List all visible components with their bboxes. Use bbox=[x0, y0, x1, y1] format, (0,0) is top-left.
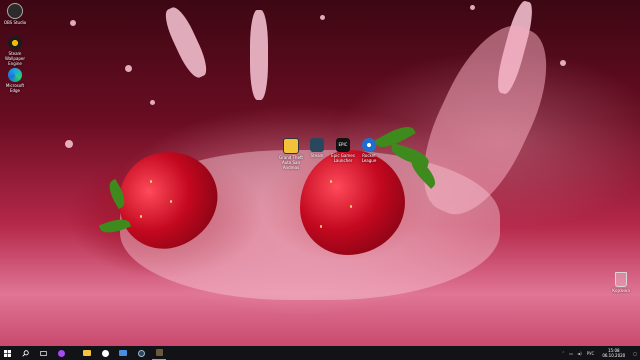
milk-drop bbox=[65, 140, 73, 148]
desktop-icon-recycle-bin[interactable]: Корзина bbox=[608, 272, 634, 293]
volume-icon[interactable]: ◄) bbox=[575, 351, 584, 356]
task-view-icon bbox=[39, 350, 47, 356]
desktop-icon-label: Microsoft Edge bbox=[5, 83, 25, 93]
milk-drop bbox=[560, 60, 566, 66]
search-icon bbox=[21, 349, 29, 357]
clock-date: 06.10.2020 bbox=[602, 353, 626, 358]
cortana-icon bbox=[57, 349, 65, 357]
desktop-icon-label: Rocket League bbox=[361, 153, 377, 163]
desktop-icon-label: Steam Wallpaper Engine bbox=[4, 51, 25, 66]
network-icon[interactable]: ▭ bbox=[567, 351, 575, 356]
cortana-button[interactable] bbox=[54, 346, 68, 360]
milk-splash bbox=[250, 10, 268, 100]
desktop-wallpaper: OBS Studio Steam Wallpaper Engine Micros… bbox=[0, 0, 640, 346]
desktop-icon-label: OBS Studio bbox=[3, 20, 27, 25]
language-indicator[interactable]: РУС bbox=[584, 351, 598, 356]
strawberry-seed bbox=[140, 215, 142, 218]
chevron-up-icon[interactable]: ˄ bbox=[559, 351, 567, 356]
strawberry-seed bbox=[320, 225, 322, 228]
milk-drop bbox=[125, 65, 132, 72]
search-button[interactable] bbox=[18, 346, 32, 360]
desktop-icon-rocket-league[interactable]: Rocket League bbox=[356, 138, 382, 163]
folder-icon bbox=[83, 350, 91, 356]
notifications-icon[interactable]: ▢ bbox=[630, 351, 640, 356]
task-view-button[interactable] bbox=[36, 346, 50, 360]
file-explorer-button[interactable] bbox=[80, 346, 94, 360]
desktop-icon-obs[interactable]: OBS Studio bbox=[2, 3, 28, 25]
recycle-bin-icon bbox=[615, 272, 627, 287]
desktop-icon-label: Grand Theft Auto San Andreas bbox=[279, 155, 303, 170]
game-controller-icon bbox=[155, 349, 163, 356]
strawberry-seed bbox=[330, 180, 332, 183]
desktop-icon-epic-games[interactable]: EPIC Epic Games Launcher bbox=[330, 138, 356, 163]
mail-button[interactable] bbox=[116, 346, 130, 360]
epic-games-icon: EPIC bbox=[336, 138, 350, 152]
desktop-icon-label: Корзина bbox=[612, 288, 630, 293]
desktop-icon-label: Epic Games Launcher bbox=[331, 153, 355, 163]
wallpaper-engine-icon bbox=[8, 36, 22, 50]
edge-icon bbox=[8, 68, 22, 82]
yandex-browser-button[interactable] bbox=[98, 346, 112, 360]
steam-taskbar-button[interactable] bbox=[134, 346, 148, 360]
system-tray: ˄ ▭ ◄) РУС 15:08 06.10.2020 ▢ bbox=[559, 346, 640, 360]
steam-icon bbox=[310, 138, 324, 152]
desktop-icon-gta-sa[interactable]: Grand Theft Auto San Andreas bbox=[278, 138, 304, 170]
desktop-icon-wallpaper-engine[interactable]: Steam Wallpaper Engine bbox=[2, 36, 28, 66]
gta-sa-icon bbox=[283, 138, 299, 154]
taskbar: ˄ ▭ ◄) РУС 15:08 06.10.2020 ▢ bbox=[0, 346, 640, 360]
strawberry-seed bbox=[350, 205, 352, 208]
desktop-icon-edge[interactable]: Microsoft Edge bbox=[2, 68, 28, 93]
strawberry-seed bbox=[170, 200, 172, 203]
desktop-icon-label: Steam bbox=[310, 153, 324, 158]
yandex-browser-icon bbox=[101, 349, 109, 357]
milk-drop bbox=[150, 100, 155, 105]
obs-icon bbox=[7, 3, 23, 19]
milk-drop bbox=[470, 5, 475, 10]
clock[interactable]: 15:08 06.10.2020 bbox=[597, 348, 630, 358]
milk-drop bbox=[70, 20, 76, 26]
mail-icon bbox=[119, 350, 127, 356]
milk-drop bbox=[320, 15, 325, 20]
strawberry-seed bbox=[150, 180, 152, 183]
steam-icon bbox=[137, 349, 145, 357]
start-button[interactable] bbox=[0, 346, 14, 360]
rocket-league-icon bbox=[362, 138, 376, 152]
windows-start-icon bbox=[3, 349, 11, 357]
milk-splash bbox=[160, 3, 212, 82]
game-taskbar-button[interactable] bbox=[152, 346, 166, 360]
desktop-icon-steam[interactable]: Steam bbox=[304, 138, 330, 158]
